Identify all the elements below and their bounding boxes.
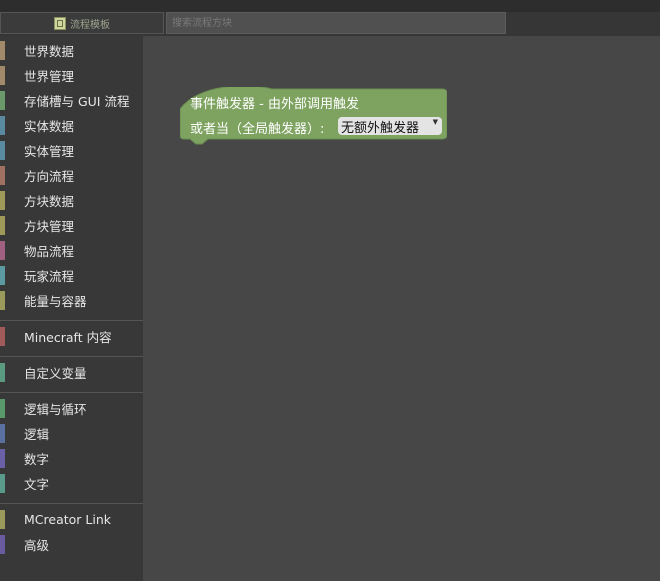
category-entity-management[interactable]: 实体管理 [0, 138, 143, 163]
category-direction[interactable]: 方向流程 [0, 163, 143, 188]
category-label: Minecraft 内容 [24, 330, 112, 345]
sidebar-divider [0, 392, 143, 393]
category-world-data[interactable]: 世界数据 [0, 38, 143, 63]
category-mcreator-link[interactable]: MCreator Link [0, 507, 143, 532]
category-math[interactable]: 数字 [0, 446, 143, 471]
category-logic[interactable]: 逻辑 [0, 421, 143, 446]
category-label: 世界管理 [24, 69, 75, 84]
sidebar-divider [0, 320, 143, 321]
title-bar [0, 0, 660, 12]
category-color-swatch [0, 191, 5, 210]
category-color-swatch [0, 66, 5, 85]
category-label: 方块管理 [24, 219, 75, 234]
category-color-swatch [0, 327, 5, 346]
category-label: 方向流程 [24, 169, 75, 184]
category-label: 逻辑 [24, 427, 50, 442]
category-color-swatch [0, 424, 5, 443]
palette-tab-bar: 流程模板 [0, 12, 660, 36]
sidebar-divider [0, 503, 143, 504]
category-color-swatch [0, 91, 5, 110]
tab-procedure-templates[interactable]: 流程模板 [0, 12, 164, 34]
block-trigger-label: 或者当（全局触发器）: [190, 122, 325, 137]
category-color-swatch [0, 141, 5, 160]
category-color-swatch [0, 399, 5, 418]
dropdown-arrow-icon: ▼ [432, 118, 438, 126]
category-color-swatch [0, 266, 5, 285]
category-block-data[interactable]: 方块数据 [0, 188, 143, 213]
block-search-input[interactable] [166, 12, 506, 34]
category-label: 实体数据 [24, 119, 75, 134]
category-color-swatch [0, 216, 5, 235]
category-color-swatch [0, 535, 5, 554]
category-color-swatch [0, 116, 5, 135]
category-color-swatch [0, 510, 5, 529]
sidebar-divider [0, 356, 143, 357]
category-entity-data[interactable]: 实体数据 [0, 113, 143, 138]
category-label: 世界数据 [24, 44, 75, 59]
category-item[interactable]: 物品流程 [0, 238, 143, 263]
category-custom-variables[interactable]: 自定义变量 [0, 360, 143, 385]
category-color-swatch [0, 166, 5, 185]
category-advanced[interactable]: 高级 [0, 532, 143, 557]
tab-procedure-templates-label: 流程模板 [70, 19, 110, 31]
event-trigger-block[interactable]: 事件触发器 - 由外部调用触发 或者当（全局触发器）: 无额外触发器 ▼ [180, 87, 447, 145]
category-minecraft-content[interactable]: Minecraft 内容 [0, 324, 143, 349]
template-icon [54, 16, 66, 30]
category-player[interactable]: 玩家流程 [0, 263, 143, 288]
category-slot-gui[interactable]: 存储槽与 GUI 流程 [0, 88, 143, 113]
category-label: 物品流程 [24, 244, 75, 259]
category-world-management[interactable]: 世界管理 [0, 63, 143, 88]
category-label: 能量与容器 [24, 294, 87, 309]
block-title: 事件触发器 - 由外部调用触发 [190, 97, 359, 112]
category-color-swatch [0, 291, 5, 310]
trigger-dropdown-value: 无额外触发器 [341, 120, 420, 136]
category-label: 玩家流程 [24, 269, 75, 284]
category-logic-loops[interactable]: 逻辑与循环 [0, 396, 143, 421]
category-color-swatch [0, 449, 5, 468]
trigger-dropdown[interactable]: 无额外触发器 ▼ [338, 117, 442, 136]
block-category-sidebar: 世界数据 世界管理 存储槽与 GUI 流程 实体数据 实体管理 方向流程 方块数… [0, 36, 143, 581]
category-energy-container[interactable]: 能量与容器 [0, 288, 143, 313]
category-label: 逻辑与循环 [24, 402, 87, 417]
category-label: 实体管理 [24, 144, 75, 159]
category-label: 自定义变量 [24, 366, 87, 381]
category-color-swatch [0, 241, 5, 260]
category-block-management[interactable]: 方块管理 [0, 213, 143, 238]
category-label: 方块数据 [24, 194, 75, 209]
category-label: 数字 [24, 452, 50, 467]
category-color-swatch [0, 363, 5, 382]
category-color-swatch [0, 474, 5, 493]
category-color-swatch [0, 41, 5, 60]
category-text[interactable]: 文字 [0, 471, 143, 496]
category-label: 高级 [24, 538, 50, 553]
category-label: 文字 [24, 477, 50, 492]
category-label: 存储槽与 GUI 流程 [24, 94, 130, 109]
category-label: MCreator Link [24, 512, 111, 527]
